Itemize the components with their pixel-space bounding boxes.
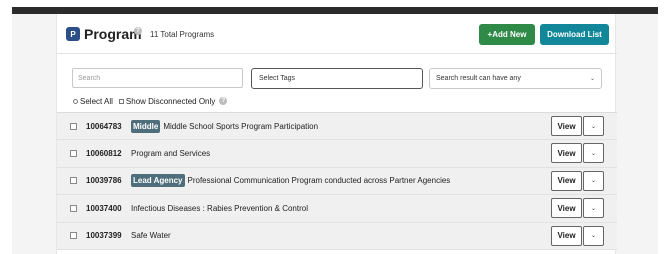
program-name: Professional Communication Program condu… — [187, 176, 451, 186]
table-row: 10039786 Lead Agency Professional Commun… — [57, 167, 617, 196]
row-checkbox[interactable] — [70, 204, 77, 212]
list-options: Select All Show Disconnected Only ? — [73, 95, 228, 107]
select-tags-field[interactable]: Select Tags — [251, 68, 423, 89]
download-list-button[interactable]: Download List — [540, 24, 609, 45]
view-button[interactable]: View — [551, 116, 582, 136]
view-button[interactable]: View — [551, 225, 582, 246]
program-logo-icon: P — [66, 27, 80, 41]
view-button[interactable]: View — [551, 198, 582, 219]
row-checkbox[interactable] — [70, 232, 77, 240]
show-disconnected-label[interactable]: Show Disconnected Only — [126, 97, 215, 106]
row-checkbox[interactable] — [70, 122, 77, 130]
chevron-down-icon[interactable]: ⌄ — [583, 170, 604, 191]
program-name: Safe Water — [131, 231, 171, 241]
chevron-down-icon[interactable]: ⌄ — [583, 116, 604, 136]
add-new-button[interactable]: +Add New — [479, 24, 535, 45]
total-count: 11 Total Programs — [150, 30, 215, 39]
program-title: Program and Services — [131, 149, 210, 158]
program-list: 10064783 Middle Middle School Sports Pro… — [57, 112, 617, 250]
program-name: Infectious Diseases : Rabies Prevention … — [131, 203, 308, 213]
program-id: 10039786 — [86, 176, 122, 186]
page-title: Program — [84, 26, 142, 42]
top-bar — [12, 7, 658, 14]
view-button[interactable]: View — [551, 170, 582, 191]
show-disconnected-checkbox[interactable] — [118, 98, 124, 104]
chevron-down-icon[interactable]: ⌄ — [583, 198, 604, 219]
view-button[interactable]: View — [551, 143, 582, 164]
match-mode-value: Search result can have any — [436, 75, 521, 82]
search-input[interactable] — [72, 68, 243, 88]
panel-header: P Program ? 11 Total Programs +Add New D… — [57, 14, 617, 54]
chevron-down-icon[interactable]: ⌄ — [583, 225, 604, 246]
help-icon[interactable]: ? — [219, 97, 228, 105]
table-row: 10037400 Infectious Diseases : Rabies Pr… — [57, 195, 617, 223]
row-checkbox[interactable] — [70, 150, 77, 158]
select-all-label[interactable]: Select All — [80, 97, 113, 106]
match-mode-select[interactable]: Search result can have any ⌄ — [429, 68, 602, 89]
program-panel: P Program ? 11 Total Programs +Add New D… — [56, 14, 617, 254]
program-badge: Lead Agency — [131, 174, 185, 188]
program-name: Middle School Sports Program Participati… — [163, 121, 319, 131]
chevron-down-icon[interactable]: ⌄ — [583, 143, 604, 164]
program-id: 10060812 — [86, 149, 122, 159]
chevron-down-icon: ⌄ — [589, 76, 595, 82]
program-title: Infectious Diseases : Rabies Prevention … — [131, 204, 308, 213]
program-id: 10037400 — [86, 203, 122, 213]
program-name: Program and Services — [131, 149, 211, 159]
program-badge: Middle — [131, 119, 161, 133]
program-id: 10037399 — [86, 231, 122, 241]
program-title: Lead Agency Professional Communication P… — [131, 174, 451, 188]
row-checkbox[interactable] — [70, 177, 77, 185]
program-title: Safe Water — [131, 231, 171, 240]
select-all-radio[interactable] — [73, 98, 78, 104]
help-icon[interactable]: ? — [134, 27, 142, 35]
program-title: Middle Middle School Sports Program Part… — [131, 119, 319, 133]
table-row: 10064783 Middle Middle School Sports Pro… — [57, 113, 617, 141]
program-id: 10064783 — [86, 121, 122, 131]
table-row: 10060812 Program and Services View ⌄ — [57, 140, 617, 168]
table-row: 10037399 Safe Water View ⌄ — [57, 222, 617, 250]
